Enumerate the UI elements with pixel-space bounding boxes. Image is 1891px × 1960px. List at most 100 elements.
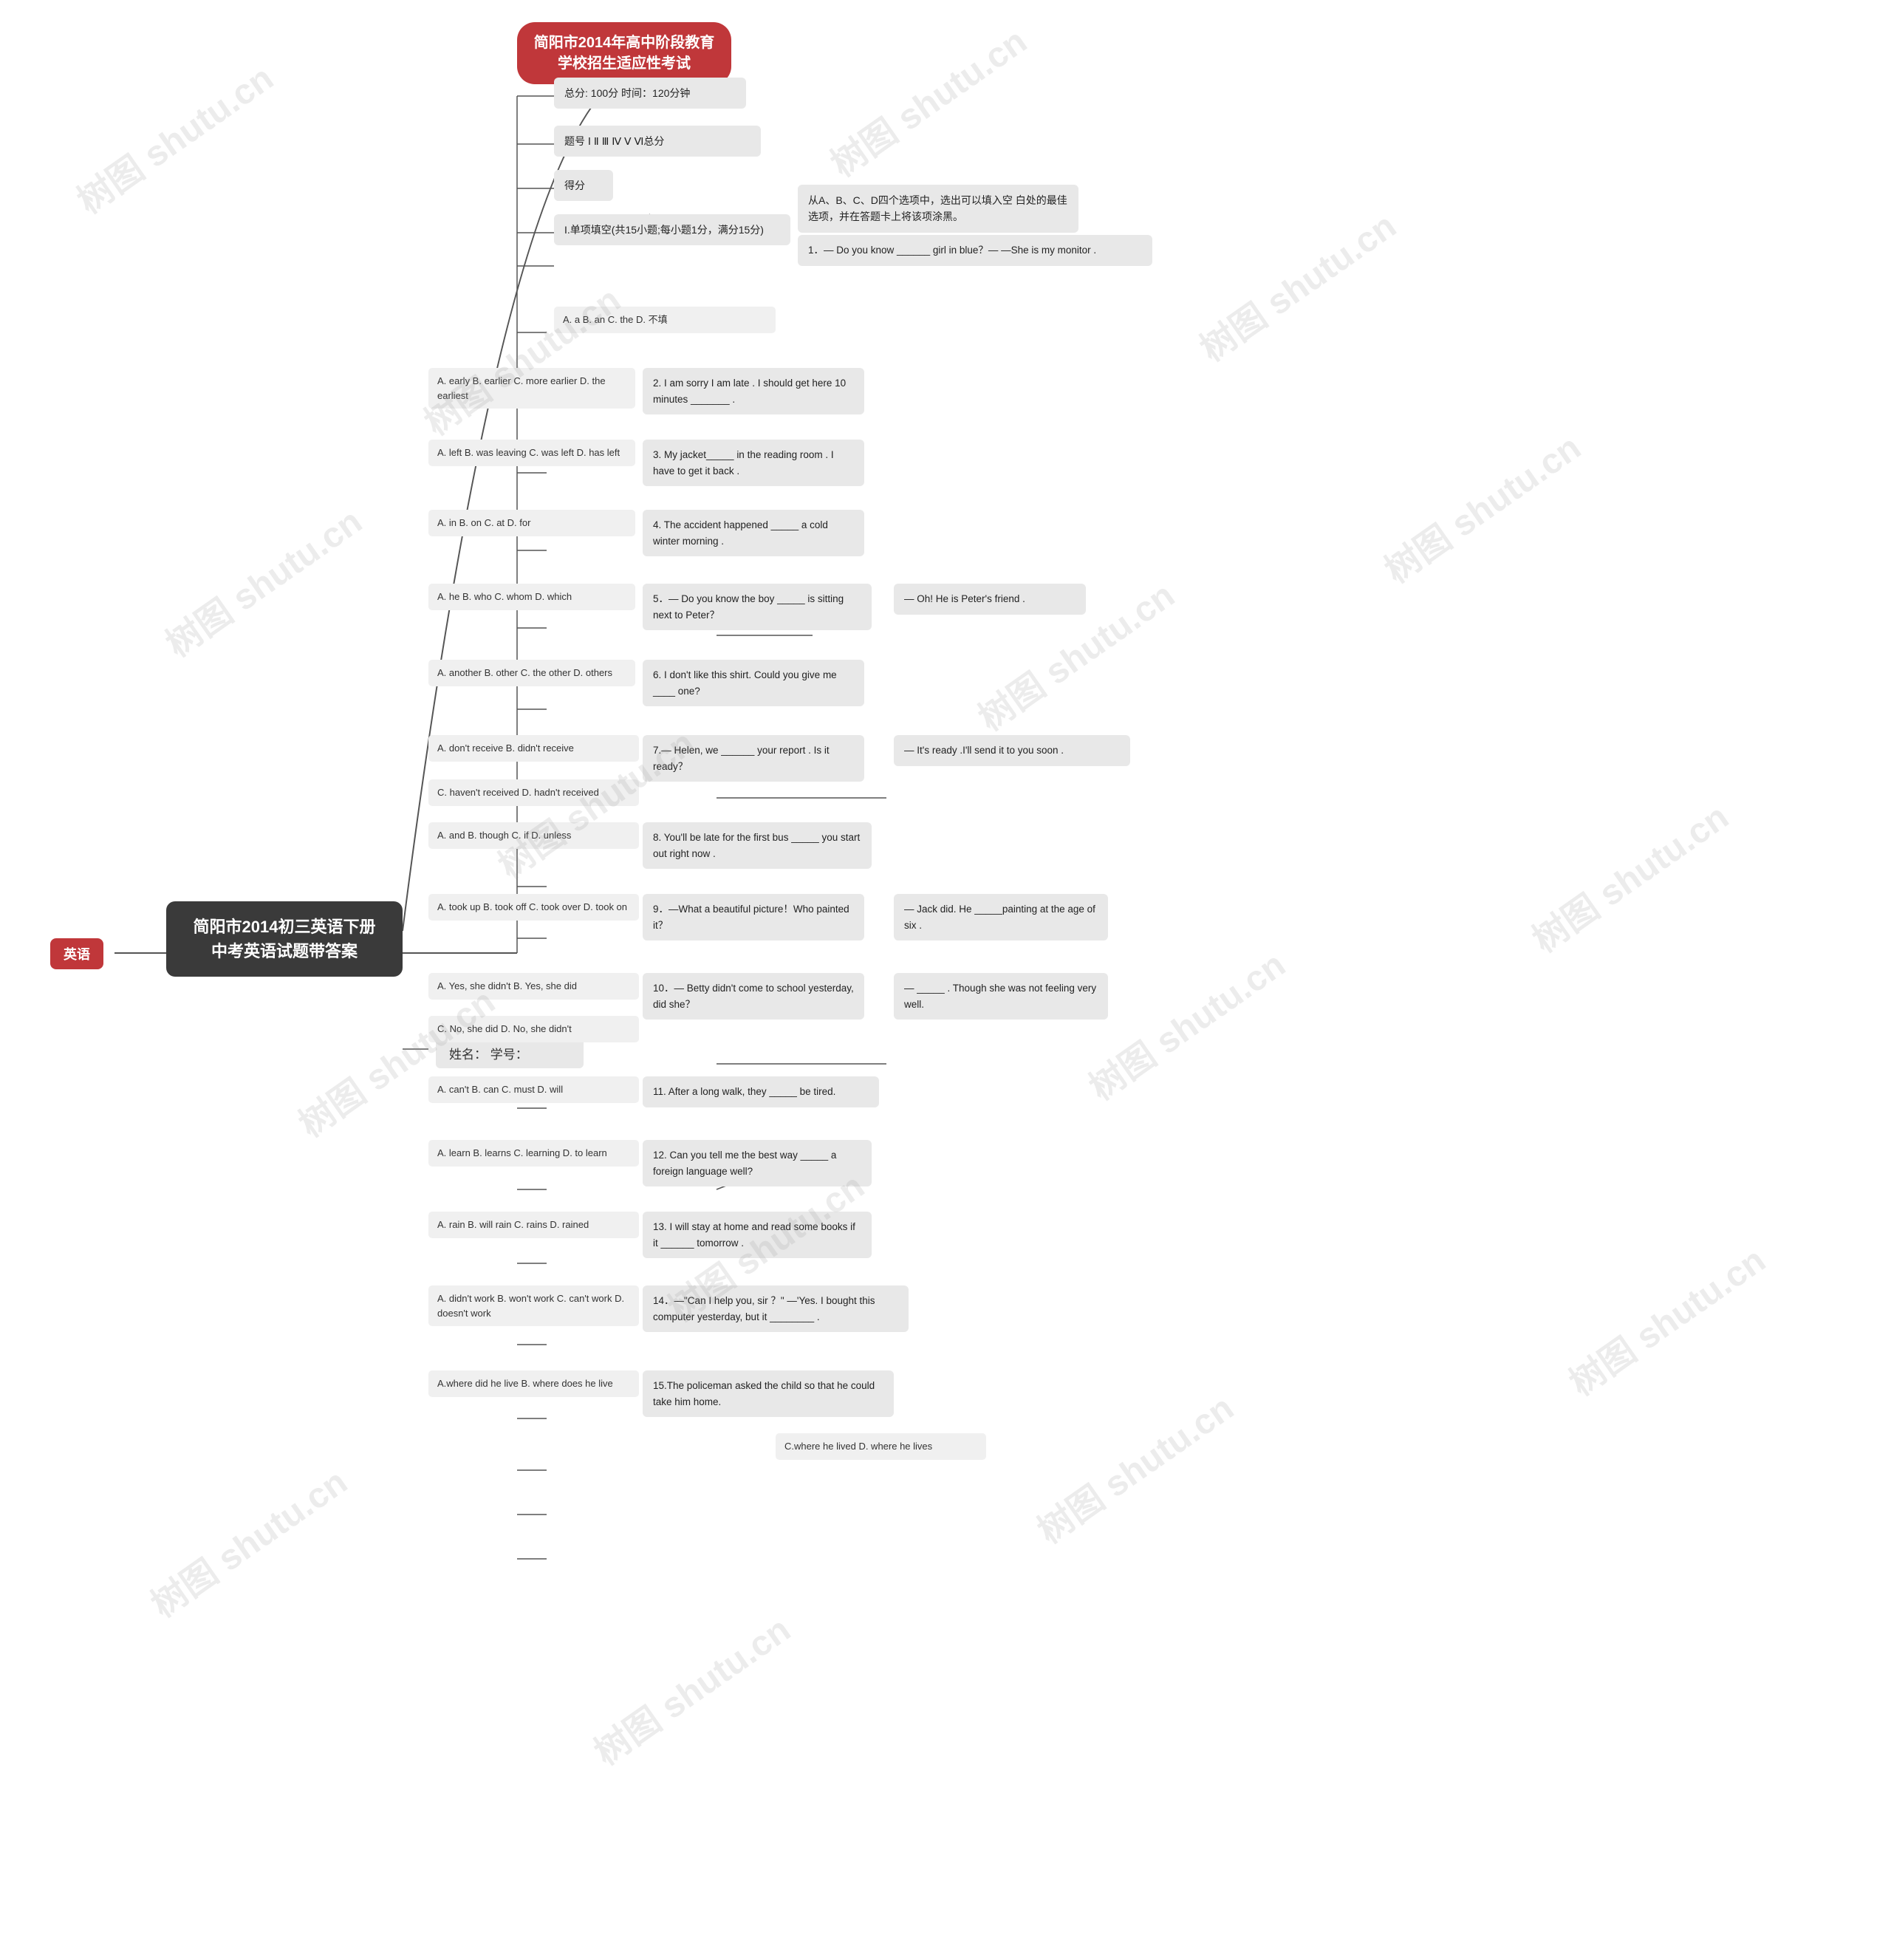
q10-answer: — _____ . Though she was not feeling ver… <box>894 973 1108 1020</box>
q10-options-cd: C. No, she did D. No, she didn't <box>428 1016 639 1042</box>
q15-text: 15.The policeman asked the child so that… <box>653 1380 875 1407</box>
q3-options-text: A. left B. was leaving C. was left D. ha… <box>437 447 620 458</box>
q4-options-text: A. in B. on C. at D. for <box>437 517 530 528</box>
q12-options: A. learn B. learns C. learning D. to lea… <box>428 1140 639 1167</box>
watermark-text: 树图 shutu.cn <box>818 13 1036 187</box>
q9-text: 9．—What a beautiful picture！Who painted … <box>653 904 849 931</box>
question-14: 14．—"Can I help you, sir ？" —'Yes. I bou… <box>643 1285 909 1332</box>
english-label-text: 英语 <box>64 947 90 962</box>
q15-options-ab: A.where did he live B. where does he liv… <box>428 1370 639 1397</box>
info-total-text: 总分: 100分 时间：120分钟 <box>564 87 690 99</box>
question-5: 5．— Do you know the boy _____ is sitting… <box>643 584 872 630</box>
question-11: 11. After a long walk, they _____ be tir… <box>643 1076 879 1107</box>
question-7: 7.— Helen, we ______ your report . Is it… <box>643 735 864 782</box>
question-1: 1．— Do you know ______ girl in blue？— —S… <box>798 235 1152 266</box>
watermark-text: 树图 shutu.cn <box>1372 420 1590 593</box>
q5-answer: — Oh! He is Peter's friend . <box>894 584 1086 615</box>
section-label: I.单项填空(共15小题;每小题1分，满分15分) <box>554 214 790 245</box>
q13-options: A. rain B. will rain C. rains D. rained <box>428 1212 639 1238</box>
q7-options-cd: C. haven't received D. hadn't received <box>428 779 639 806</box>
name-node-text: 姓名： 学号： <box>449 1048 528 1062</box>
q10-text: 10．— Betty didn't come to school yesterd… <box>653 983 854 1010</box>
question-15: 15.The policeman asked the child so that… <box>643 1370 894 1417</box>
info-score-text: 得分 <box>564 180 585 191</box>
q7-options-cd-text: C. haven't received D. hadn't received <box>437 787 599 798</box>
q13-options-text: A. rain B. will rain C. rains D. rained <box>437 1219 589 1230</box>
center-node-text: 简阳市2014初三英语下册中考英语试题带答案 <box>194 918 376 960</box>
q2-options-text: A. early B. earlier C. more earlier D. t… <box>437 375 606 401</box>
q5-options-text: A. he B. who C. whom D. which <box>437 591 572 602</box>
section-label-text: I.单项填空(共15小题;每小题1分，满分15分) <box>564 224 764 236</box>
question-6: 6. I don't like this shirt. Could you gi… <box>643 660 864 706</box>
watermark-text: 树图 shutu.cn <box>65 50 282 224</box>
q4-options: A. in B. on C. at D. for <box>428 510 635 536</box>
q7-text: 7.— Helen, we ______ your report . Is it… <box>653 745 830 772</box>
info-topics-text: 题号 Ⅰ Ⅱ Ⅲ Ⅳ Ⅴ Ⅵ总分 <box>564 135 664 147</box>
title-text: 简阳市2014年高中阶段教育学校招生适应性考试 <box>534 35 715 72</box>
info-total: 总分: 100分 时间：120分钟 <box>554 78 746 109</box>
watermark-text: 树图 shutu.cn <box>1520 789 1737 963</box>
q8-options: A. and B. though C. if D. unless <box>428 822 639 849</box>
name-node: 姓名： 学号： <box>436 1038 584 1068</box>
q10-options-ab-text: A. Yes, she didn't B. Yes, she did <box>437 980 577 991</box>
q9-answer: — Jack did. He _____painting at the age … <box>894 894 1108 940</box>
q11-options-text: A. can't B. can C. must D. will <box>437 1084 563 1095</box>
question-3: 3. My jacket_____ in the reading room . … <box>643 440 864 486</box>
q3-text: 3. My jacket_____ in the reading room . … <box>653 449 834 477</box>
question-12: 12. Can you tell me the best way _____ a… <box>643 1140 872 1186</box>
center-node: 简阳市2014初三英语下册中考英语试题带答案 <box>166 901 403 977</box>
q12-text: 12. Can you tell me the best way _____ a… <box>653 1150 836 1177</box>
watermark-text: 树图 shutu.cn <box>154 494 371 667</box>
q6-options-text: A. another B. other C. the other D. othe… <box>437 667 612 678</box>
q1-options: A. a B. an C. the D. 不填 <box>554 307 776 333</box>
watermark-text: 树图 shutu.cn <box>1077 937 1294 1110</box>
q7-answer: — It's ready .I'll send it to you soon . <box>894 735 1130 766</box>
q9-options: A. took up B. took off C. took over D. t… <box>428 894 639 921</box>
q2-text: 2. I am sorry I am late . I should get h… <box>653 378 846 405</box>
q12-options-text: A. learn B. learns C. learning D. to lea… <box>437 1147 607 1158</box>
q2-options: A. early B. earlier C. more earlier D. t… <box>428 368 635 409</box>
q9-options-text: A. took up B. took off C. took over D. t… <box>437 901 627 912</box>
q14-options: A. didn't work B. won't work C. can't wo… <box>428 1285 639 1326</box>
watermark-text: 树图 shutu.cn <box>1188 198 1405 372</box>
q14-text: 14．—"Can I help you, sir ？" —'Yes. I bou… <box>653 1295 875 1322</box>
info-score: 得分 <box>554 170 613 201</box>
q10-answer-text: — _____ . Though she was not feeling ver… <box>904 983 1096 1010</box>
q7-options-ab-text: A. don't receive B. didn't receive <box>437 742 574 754</box>
q4-text: 4. The accident happened _____ a cold wi… <box>653 519 828 547</box>
q8-options-text: A. and B. though C. if D. unless <box>437 830 571 841</box>
q6-text: 6. I don't like this shirt. Could you gi… <box>653 669 837 697</box>
watermark-text: 树图 shutu.cn <box>582 1602 799 1775</box>
q8-text: 8. You'll be late for the first bus ____… <box>653 832 860 859</box>
section-instruction: 从A、B、C、D四个选项中，选出可以填入空 白处的最佳选项，并在答题卡上将该项涂… <box>798 185 1078 233</box>
question-4: 4. The accident happened _____ a cold wi… <box>643 510 864 556</box>
q5-answer-text: — Oh! He is Peter's friend . <box>904 593 1025 604</box>
question-13: 13. I will stay at home and read some bo… <box>643 1212 872 1258</box>
watermark-text: 树图 shutu.cn <box>412 272 629 445</box>
english-label: 英语 <box>50 938 103 969</box>
q15-options-cd: C.where he lived D. where he lives <box>776 1433 986 1460</box>
question-9: 9．—What a beautiful picture！Who painted … <box>643 894 864 940</box>
info-topics: 题号 Ⅰ Ⅱ Ⅲ Ⅳ Ⅴ Ⅵ总分 <box>554 126 761 157</box>
mind-map: 树图 shutu.cn 树图 shutu.cn 树图 shutu.cn 树图 s… <box>0 0 1891 1960</box>
watermark-text: 树图 shutu.cn <box>1557 1232 1774 1406</box>
q11-options: A. can't B. can C. must D. will <box>428 1076 639 1103</box>
question-2: 2. I am sorry I am late . I should get h… <box>643 368 864 414</box>
title-node: 简阳市2014年高中阶段教育学校招生适应性考试 <box>517 22 731 84</box>
q3-options: A. left B. was leaving C. was left D. ha… <box>428 440 635 466</box>
q15-options-cd-text: C.where he lived D. where he lives <box>784 1441 932 1452</box>
q5-options: A. he B. who C. whom D. which <box>428 584 635 610</box>
q9-answer-text: — Jack did. He _____painting at the age … <box>904 904 1095 931</box>
q11-text: 11. After a long walk, they _____ be tir… <box>653 1086 835 1097</box>
watermark-text: 树图 shutu.cn <box>139 1454 356 1628</box>
watermark-text: 树图 shutu.cn <box>1025 1380 1242 1554</box>
q7-answer-text: — It's ready .I'll send it to you soon . <box>904 745 1064 756</box>
q5-text: 5．— Do you know the boy _____ is sitting… <box>653 593 844 621</box>
question-10: 10．— Betty didn't come to school yesterd… <box>643 973 864 1020</box>
q10-options-cd-text: C. No, she did D. No, she didn't <box>437 1023 572 1034</box>
q1-options-text: A. a B. an C. the D. 不填 <box>563 314 668 325</box>
q7-options-ab: A. don't receive B. didn't receive <box>428 735 639 762</box>
question-8: 8. You'll be late for the first bus ____… <box>643 822 872 869</box>
q13-text: 13. I will stay at home and read some bo… <box>653 1221 855 1249</box>
q10-options-ab: A. Yes, she didn't B. Yes, she did <box>428 973 639 1000</box>
